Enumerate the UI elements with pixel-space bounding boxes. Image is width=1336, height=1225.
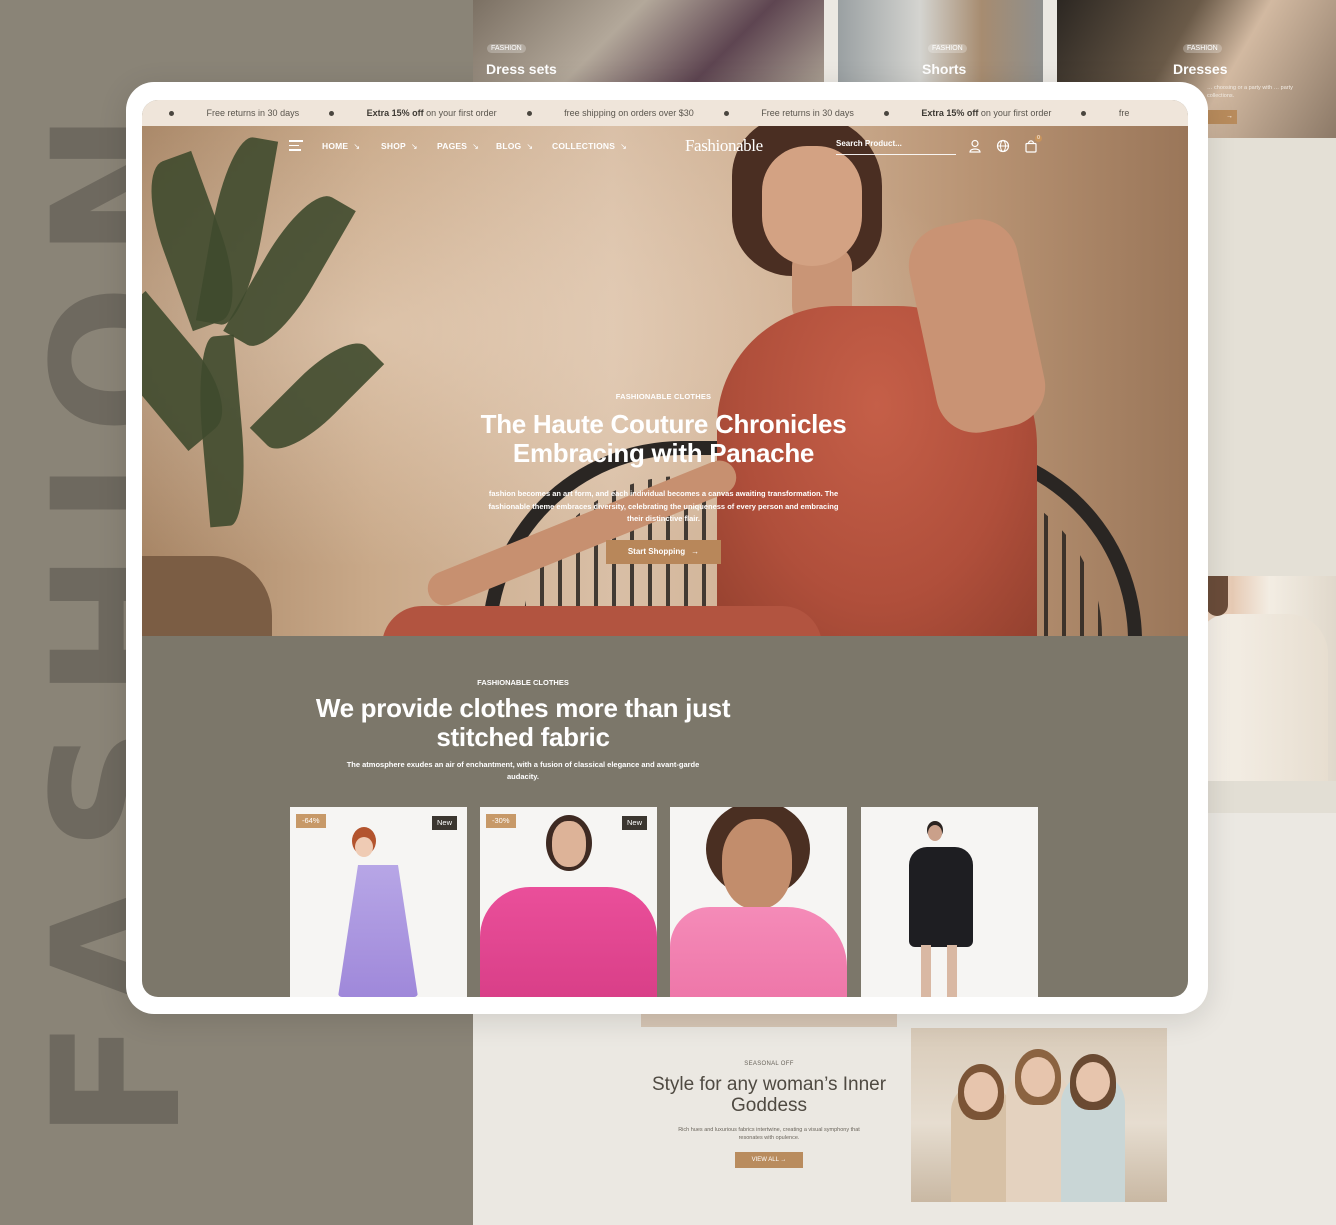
device-frame: 0 Free returns in 30 days Extra 15% off … bbox=[126, 82, 1208, 1014]
nav-home[interactable]: HOME ↘ bbox=[322, 141, 360, 151]
model-photo-group bbox=[911, 1028, 1167, 1202]
category-name: Dresses bbox=[1173, 61, 1228, 77]
category-badge: FASHION bbox=[487, 44, 526, 53]
category-badge: FASHION bbox=[928, 44, 967, 53]
announcement-item: fre bbox=[1118, 108, 1130, 118]
seasonal-eyebrow: SEASONAL OFF bbox=[744, 1061, 794, 1067]
nav-shop[interactable]: SHOP ↘ bbox=[381, 141, 418, 151]
chevron-down-icon: ↘ bbox=[526, 142, 534, 151]
start-shopping-label: Start Shopping bbox=[627, 547, 686, 556]
hero-text: FASHIONABLE CLOTHES The Haute Couture Ch… bbox=[442, 392, 885, 564]
seasonal-copy: Rich hues and luxurious fabrics intertwi… bbox=[678, 1127, 860, 1141]
search-input[interactable]: Search Product... bbox=[836, 139, 956, 155]
products-title: We provide clothes more than just stitch… bbox=[315, 693, 731, 752]
hero-copy: fashion becomes an art form, and each in… bbox=[488, 489, 839, 523]
discount-badge: -64% bbox=[296, 814, 326, 828]
category-arrow-button[interactable]: → bbox=[1207, 110, 1237, 124]
view-all-label: VIEW ALL bbox=[751, 1157, 779, 1163]
hero-eyebrow: FASHIONABLE CLOTHES bbox=[615, 392, 712, 401]
announcement-item: Free returns in 30 days bbox=[206, 108, 300, 118]
site-logo[interactable]: Fashionable bbox=[685, 136, 763, 156]
view-all-button[interactable]: VIEW ALL → bbox=[735, 1152, 803, 1168]
seasonal-title: Style for any woman’s Inner Goddess bbox=[651, 1074, 887, 1116]
product-card[interactable] bbox=[670, 807, 847, 997]
product-card[interactable] bbox=[861, 807, 1038, 997]
cart-count-badge: 0 bbox=[1035, 135, 1042, 142]
product-card[interactable]: -30% New bbox=[480, 807, 657, 997]
products-copy: The atmosphere exudes an air of enchantm… bbox=[346, 760, 700, 781]
new-badge: New bbox=[621, 816, 647, 830]
announcement-bar: 0 Free returns in 30 days Extra 15% off … bbox=[142, 100, 1188, 126]
model-photo-man bbox=[1188, 576, 1336, 781]
top-nav: HOME ↘ SHOP ↘ PAGES ↘ BLOG ↘ COLLECTIONS ↘ Fa… bbox=[142, 126, 1188, 166]
category-tile-dress-sets[interactable]: FASHION Dress sets bbox=[473, 0, 824, 82]
globe-icon[interactable] bbox=[996, 139, 1010, 153]
announcement-item: Extra 15% off on your first order bbox=[366, 108, 497, 118]
discount-badge: -30% bbox=[486, 814, 516, 828]
background-band bbox=[1188, 138, 1336, 576]
menu-icon[interactable] bbox=[289, 140, 303, 152]
announcement-item: Free returns in 30 days bbox=[761, 108, 854, 118]
products-intro: FASHIONABLE CLOTHES We provide clothes m… bbox=[273, 678, 773, 783]
image-strip bbox=[641, 1014, 897, 1027]
product-card[interactable]: -64% New bbox=[290, 807, 467, 997]
nav-blog[interactable]: BLOG ↘ bbox=[496, 141, 533, 151]
arrow-right-icon: → bbox=[691, 547, 700, 556]
chevron-down-icon: ↘ bbox=[620, 142, 628, 151]
background-band bbox=[1188, 781, 1336, 813]
category-name: Dress sets bbox=[486, 61, 557, 77]
announcement-item: free shipping on orders over $30 bbox=[564, 108, 694, 118]
category-badge: FASHION bbox=[1183, 44, 1222, 53]
category-tile-shorts[interactable]: FASHION Shorts bbox=[838, 0, 1043, 82]
announcement-item: Extra 15% off on your first order bbox=[921, 108, 1052, 118]
category-name: Shorts bbox=[922, 61, 967, 77]
seasonal-section: SEASONAL OFF Style for any woman’s Inner… bbox=[641, 1014, 897, 1204]
hero-title: The Haute Couture Chronicles Embracing w… bbox=[480, 409, 847, 468]
nav-collections[interactable]: COLLECTIONS ↘ bbox=[552, 141, 627, 151]
category-copy: … choosing or a party with … party colle… bbox=[1207, 85, 1293, 99]
start-shopping-button[interactable]: Start Shopping → bbox=[606, 539, 721, 564]
chevron-down-icon: ↘ bbox=[472, 142, 480, 151]
new-badge: New bbox=[431, 816, 457, 830]
products-eyebrow: FASHIONABLE CLOTHES bbox=[477, 678, 569, 687]
nav-pages[interactable]: PAGES ↘ bbox=[437, 141, 479, 151]
user-icon[interactable] bbox=[968, 139, 982, 153]
chevron-down-icon: ↘ bbox=[353, 142, 361, 151]
chevron-down-icon: ↘ bbox=[410, 142, 418, 151]
